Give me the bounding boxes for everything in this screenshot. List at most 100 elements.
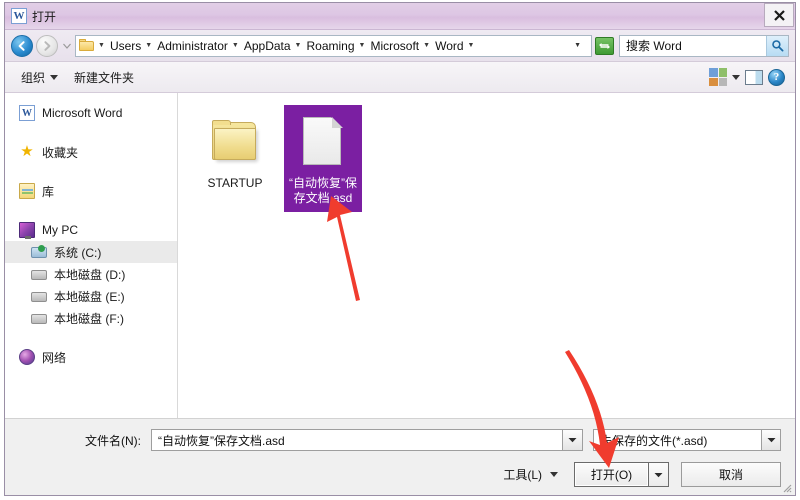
breadcrumb-item-5[interactable]: Word	[433, 39, 465, 53]
sidebar-item-favorites[interactable]: ★ 收藏夹	[5, 141, 177, 163]
breadcrumb-item-2[interactable]: AppData	[242, 39, 293, 53]
sidebar-item-label: 收藏夹	[42, 145, 79, 160]
library-icon	[19, 183, 35, 199]
screenshot-root: W 打开 ▼ Users ▼ Administrator ▼ AppData ▼…	[0, 0, 800, 500]
open-split-button[interactable]	[649, 462, 669, 487]
network-icon	[19, 349, 35, 365]
address-bar: ▼ Users ▼ Administrator ▼ AppData ▼ Roam…	[5, 30, 795, 62]
file-item-label: “自动恢复”保存文档.asd	[289, 176, 357, 205]
chevron-down-icon	[62, 43, 71, 49]
breadcrumb-item-1[interactable]: Administrator	[155, 39, 230, 53]
document-icon	[303, 111, 343, 173]
chevron-down-icon	[767, 438, 775, 443]
sidebar-item-label: 库	[42, 184, 55, 199]
chevron-down-icon	[50, 74, 59, 80]
sidebar-item-libraries[interactable]: 库	[5, 180, 177, 202]
new-folder-label: 新建文件夹	[74, 70, 135, 85]
sidebar-item-label: 本地磁盘 (D:)	[54, 267, 126, 282]
view-dropdown-icon[interactable]	[732, 74, 740, 80]
word-app-icon: W	[11, 8, 27, 24]
open-button[interactable]: 打开(O)	[574, 462, 649, 487]
file-type-filter[interactable]: 未保存的文件(*.asd)	[593, 429, 781, 451]
search-icon	[772, 40, 784, 52]
search-button[interactable]	[766, 35, 788, 56]
organize-label: 组织	[21, 70, 46, 85]
open-file-dialog: W 打开 ▼ Users ▼ Administrator ▼ AppData ▼…	[4, 2, 796, 496]
help-icon[interactable]: ?	[768, 68, 785, 86]
sidebar-item-label: 系统 (C:)	[54, 245, 102, 260]
sidebar-item-my-pc[interactable]: My PC	[5, 219, 177, 241]
file-type-filter-value: 未保存的文件(*.asd)	[600, 433, 708, 448]
sidebar-item-local-disk-f[interactable]: 本地磁盘 (F:)	[5, 307, 177, 329]
file-item-autorecover-asd[interactable]: “自动恢复”保存文档.asd	[284, 105, 362, 212]
breadcrumb-separator[interactable]: ▼	[357, 42, 369, 49]
breadcrumb-separator[interactable]: ▼	[96, 42, 108, 49]
chevron-down-icon	[654, 472, 663, 477]
search-input[interactable]: 搜索 Word	[626, 37, 766, 54]
tools-label: 工具(L)	[503, 468, 542, 482]
action-buttons-row: 工具(L) 打开(O) 取消	[19, 462, 781, 487]
file-list-panel[interactable]: STARTUP “自动恢复”保存文档.asd	[178, 93, 795, 418]
folder-icon	[210, 111, 260, 173]
open-button-group: 打开(O)	[574, 462, 669, 487]
chevron-down-icon	[550, 472, 558, 477]
title-bar: W 打开	[5, 3, 795, 30]
toolbar-right-group: ?	[709, 68, 787, 86]
sidebar-item-local-disk-e[interactable]: 本地磁盘 (E:)	[5, 285, 177, 307]
breadcrumb-separator[interactable]: ▼	[143, 42, 155, 49]
sidebar-item-network[interactable]: 网络	[5, 346, 177, 368]
breadcrumb-separator[interactable]: ▼	[230, 42, 242, 49]
refresh-button[interactable]	[595, 36, 614, 55]
preview-pane-icon[interactable]	[745, 69, 763, 85]
breadcrumb-separator[interactable]: ▼	[293, 42, 305, 49]
tools-button[interactable]: 工具(L)	[497, 463, 564, 486]
favorites-star-icon: ★	[20, 143, 34, 160]
organize-button[interactable]: 组织	[13, 67, 66, 88]
word-icon: W	[19, 105, 35, 121]
sidebar-item-label: Microsoft Word	[42, 106, 123, 120]
dialog-body: W Microsoft Word ★ 收藏夹 库 My PC 系统 (C:) 本…	[5, 93, 795, 418]
history-dropdown-button[interactable]	[61, 35, 72, 57]
chevron-down-icon	[568, 438, 577, 443]
refresh-icon	[599, 42, 610, 49]
filename-input[interactable]: “自动恢复”保存文档.asd	[151, 429, 563, 451]
forward-arrow-icon	[44, 40, 51, 51]
address-dropdown-button[interactable]: ▼	[570, 42, 589, 49]
close-button[interactable]	[764, 3, 794, 27]
back-button[interactable]	[11, 34, 33, 57]
file-type-dropdown-button[interactable]	[761, 430, 780, 450]
sidebar-item-label: 本地磁盘 (E:)	[54, 289, 125, 304]
breadcrumb-bar[interactable]: ▼ Users ▼ Administrator ▼ AppData ▼ Roam…	[75, 34, 592, 57]
breadcrumb-item-4[interactable]: Microsoft	[368, 39, 421, 53]
sidebar-item-microsoft-word[interactable]: W Microsoft Word	[5, 102, 177, 124]
navigation-sidebar: W Microsoft Word ★ 收藏夹 库 My PC 系统 (C:) 本…	[5, 93, 178, 418]
breadcrumb-item-3[interactable]: Roaming	[304, 39, 356, 53]
drive-icon	[31, 288, 47, 304]
search-box[interactable]: 搜索 Word	[619, 34, 789, 57]
sidebar-item-label: My PC	[42, 223, 78, 237]
new-folder-button[interactable]: 新建文件夹	[66, 67, 142, 88]
filename-dropdown-button[interactable]	[563, 429, 583, 451]
filename-row: 文件名(N): “自动恢复”保存文档.asd 未保存的文件(*.asd)	[19, 429, 781, 451]
breadcrumb-separator[interactable]: ▼	[421, 42, 433, 49]
back-arrow-icon	[18, 40, 25, 51]
folder-icon	[79, 39, 95, 52]
drive-icon	[31, 266, 47, 282]
file-item-startup[interactable]: STARTUP	[196, 105, 274, 191]
cancel-button[interactable]: 取消	[681, 462, 781, 487]
sidebar-item-local-disk-d[interactable]: 本地磁盘 (D:)	[5, 263, 177, 285]
sidebar-item-label: 网络	[42, 350, 67, 365]
breadcrumb-separator[interactable]: ▼	[466, 42, 478, 49]
view-layout-icon[interactable]	[709, 68, 727, 86]
close-icon	[773, 9, 785, 21]
forward-button[interactable]	[36, 34, 58, 57]
file-item-label: STARTUP	[207, 176, 263, 190]
sidebar-item-system-c[interactable]: 系统 (C:)	[5, 241, 177, 263]
computer-icon	[19, 222, 35, 239]
breadcrumb-item-0[interactable]: Users	[108, 39, 143, 53]
filename-label: 文件名(N):	[85, 433, 141, 448]
